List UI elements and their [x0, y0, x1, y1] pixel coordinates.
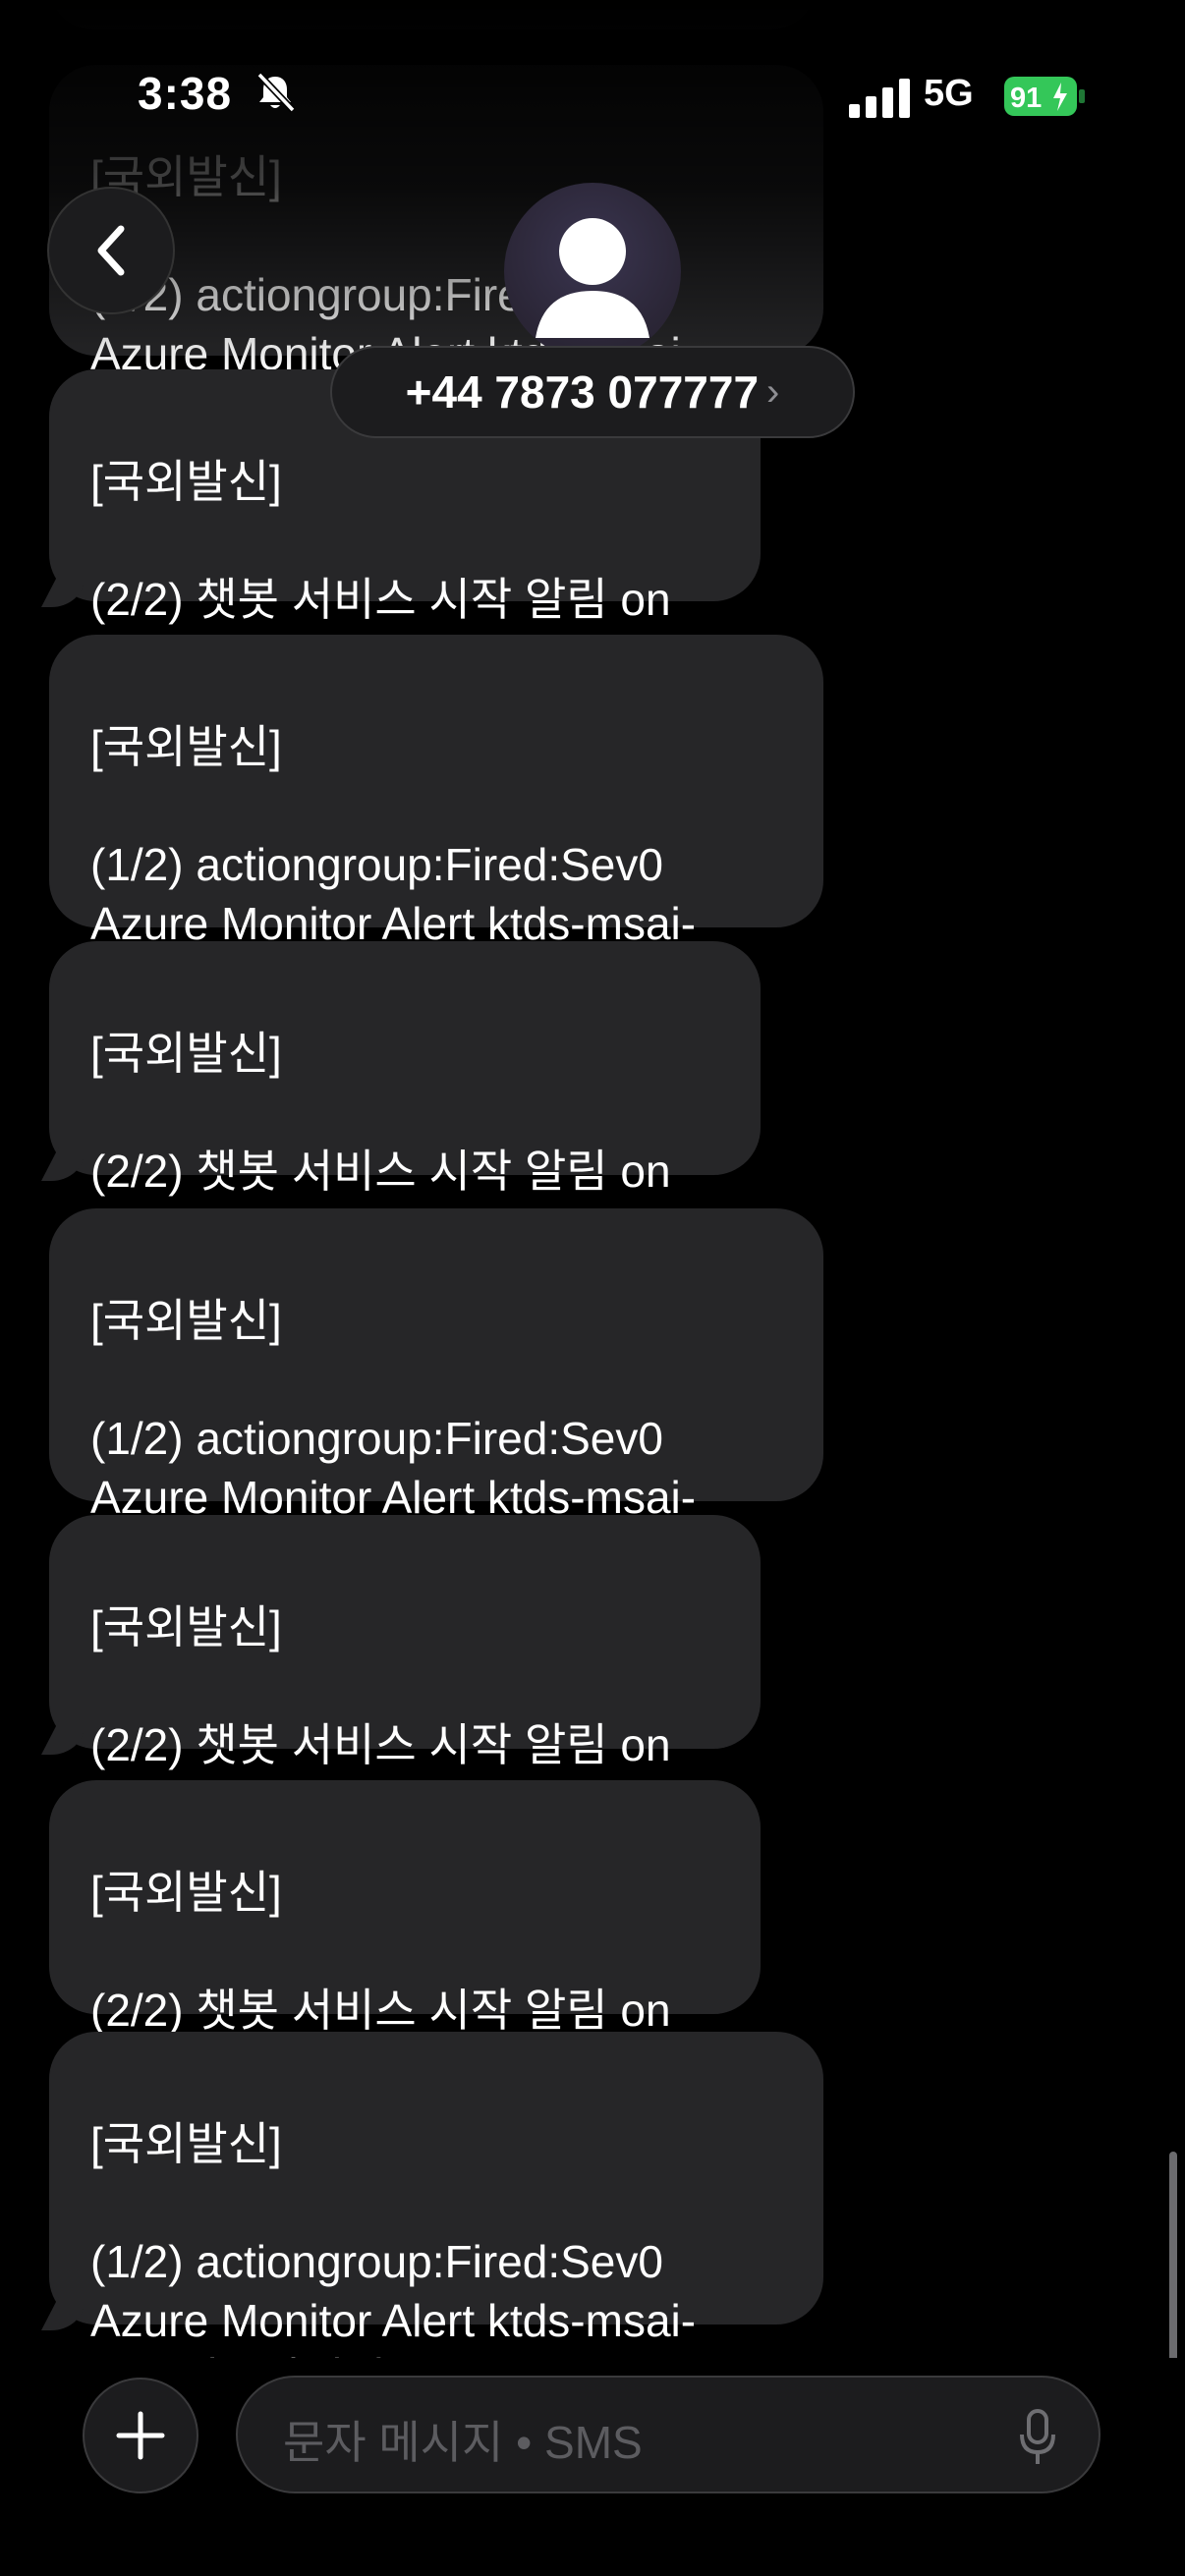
status-time: 3:38	[138, 68, 233, 119]
contact-phone: +44 7873 077777	[405, 366, 760, 418]
cellular-signal-icon	[849, 79, 910, 118]
message-label: [국외발신]	[90, 1028, 282, 1079]
bubble-tail	[41, 574, 85, 607]
message-label: [국외발신]	[90, 456, 282, 507]
scrollbar[interactable]	[1169, 2152, 1177, 2364]
bell-slash-icon	[256, 72, 296, 113]
message-input-placeholder: 문자 메시지 • SMS	[283, 2417, 643, 2468]
message-bubble[interactable]: [국외발신] (2/2) 챗봇 서비스 시작 알림 on appsvc-ktds…	[49, 1780, 761, 2095]
battery-icon: 91	[1004, 77, 1085, 116]
message-bubble[interactable]: [국외발신] (2/2) 챗봇 서비스 시작 알림 on appsvc-ktds…	[41, 941, 761, 1256]
network-type: 5G	[924, 73, 974, 114]
message-label: [국외발신]	[90, 1867, 282, 1918]
plus-icon	[116, 2411, 165, 2460]
message-label: [국외발신]	[90, 1295, 282, 1346]
message-label: [국외발신]	[90, 1601, 282, 1652]
bubble-tail	[41, 1148, 85, 1181]
contact-avatar[interactable]	[504, 183, 681, 360]
status-bar: 3:38 5G 91	[0, 0, 1185, 119]
message-bubble[interactable]: [국외발신] (1/2) actiongroup:Fired:Sev0 Azur…	[49, 1208, 823, 1582]
bubble-tail	[41, 2297, 85, 2330]
message-input[interactable]: 문자 메시지 • SMS	[236, 2376, 1100, 2493]
bubble-tail	[41, 1721, 85, 1755]
battery-level: 91	[1010, 83, 1042, 114]
message-bubble[interactable]: [국외발신] (2/2) 챗봇 서비스 시작 알림 on appsvc-ktds…	[41, 1515, 761, 1829]
person-icon	[536, 218, 649, 338]
add-attachment-button[interactable]	[83, 2378, 198, 2493]
chevron-right-icon: ›	[766, 369, 780, 414]
microphone-icon[interactable]	[1018, 2409, 1057, 2466]
contact-name-button[interactable]: +44 7873 077777 ›	[330, 346, 855, 438]
message-label: [국외발신]	[90, 2118, 282, 2169]
message-bubble[interactable]: [국외발신] (1/2) actiongroup:Fired:Sev0 Azur…	[49, 635, 823, 1008]
message-bubble[interactable]: [국외발신] (1/2) actiongroup:Fired:Sev0 Azur…	[41, 2032, 823, 2405]
back-button[interactable]	[47, 187, 175, 314]
chevron-left-icon	[97, 225, 125, 276]
message-label: [국외발신]	[90, 721, 282, 772]
